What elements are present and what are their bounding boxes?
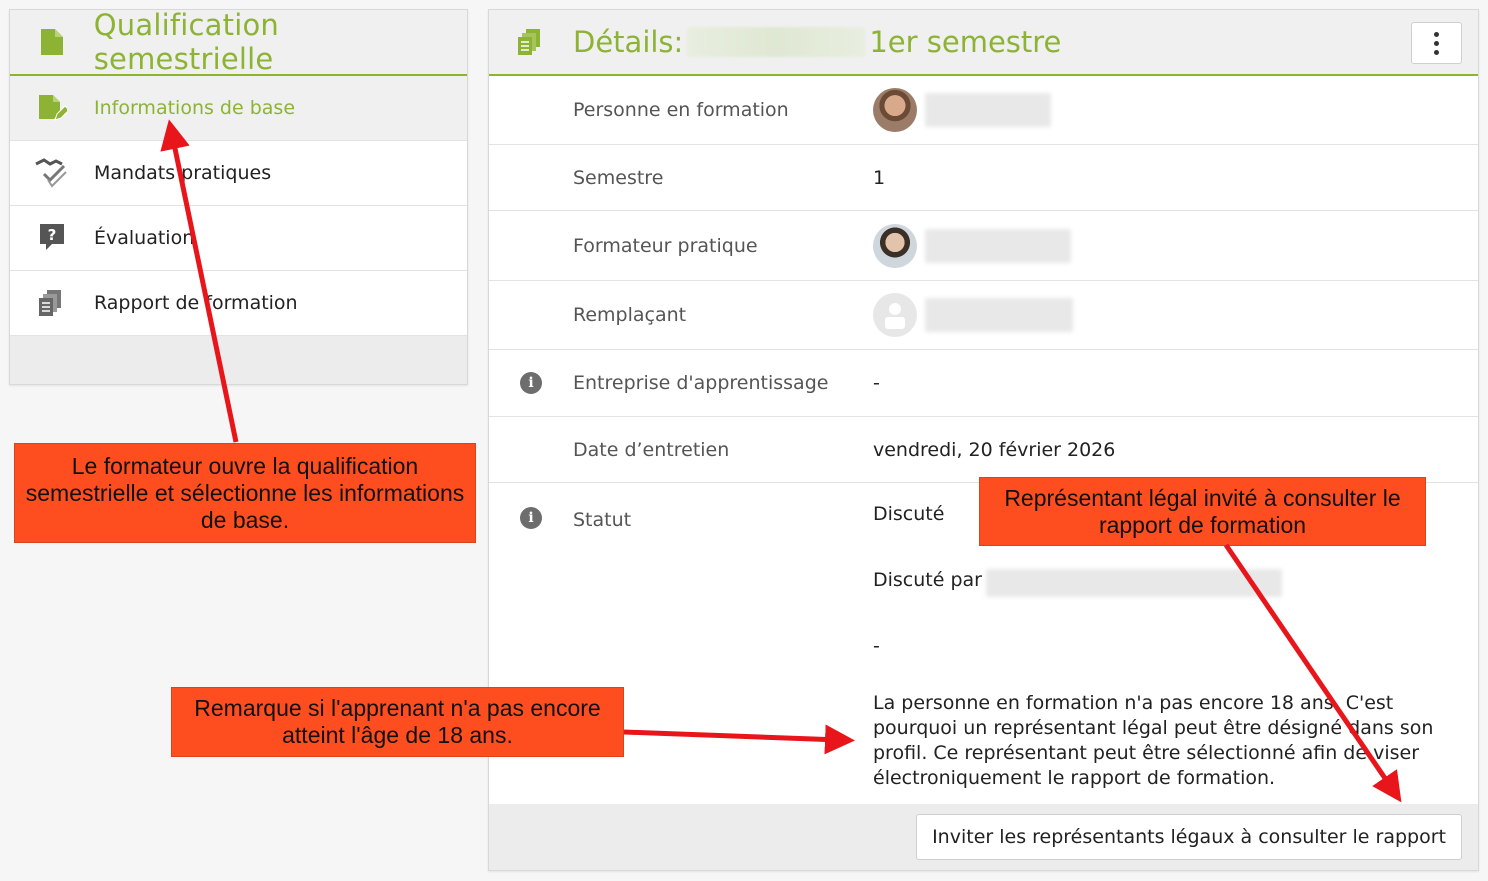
discussed-by: Discuté par (873, 569, 1463, 635)
trainer-value[interactable] (873, 223, 1071, 268)
status-dash: - (873, 635, 880, 657)
trainee-value[interactable] (873, 88, 1051, 132)
qualification-sidebar: Qualification semestrielle Informations … (9, 8, 468, 385)
documents-icon (489, 29, 573, 55)
details-footer: Inviter les représentants légaux à consu… (489, 804, 1478, 870)
minor-note: La personne en formation n'a pas encore … (873, 692, 1434, 789)
discussed-by-label: Discuté par (873, 569, 982, 591)
avatar (873, 223, 917, 268)
row-substitute: Remplaçant (489, 281, 1478, 350)
page-title: Détails: 1er semestre (573, 25, 1061, 59)
kebab-menu-icon[interactable] (1411, 22, 1462, 64)
documents-icon (10, 290, 94, 316)
row-label: Formateur pratique (573, 234, 758, 257)
annotation-callout-minor: Remarque si l'apprenant n'a pas encore a… (171, 687, 624, 757)
row-label: Semestre (573, 166, 664, 189)
sidebar-item-mandats-pratiques[interactable]: Mandats pratiques (10, 141, 467, 206)
handshake-check-icon (10, 158, 94, 188)
substitute-value[interactable] (873, 293, 1073, 337)
company-value: - (873, 372, 880, 394)
sidebar-item-label: Informations de base (94, 97, 296, 119)
row-interview-date: Date d’entretien vendredi, 20 février 20… (489, 417, 1478, 483)
redacted-name (925, 298, 1073, 332)
annotation-callout-basic-info: Le formateur ouvre la qualification seme… (14, 443, 476, 543)
details-panel: Détails: 1er semestre Personne en format… (488, 9, 1479, 871)
sidebar-item-label: Évaluation (94, 227, 195, 249)
sidebar-item-informations-de-base[interactable]: Informations de base (10, 76, 467, 141)
sidebar-item-label: Mandats pratiques (94, 162, 272, 184)
title-prefix: Détails: (573, 25, 684, 59)
info-icon[interactable]: i (520, 372, 542, 394)
document-edit-icon (10, 93, 94, 123)
sidebar-header: Qualification semestrielle (10, 8, 467, 76)
sidebar-item-label: Rapport de formation (94, 292, 298, 314)
info-icon[interactable]: i (520, 507, 542, 529)
redacted-name (687, 27, 866, 57)
row-label: Personne en formation (573, 99, 789, 121)
redacted-name (986, 569, 1282, 597)
title-suffix: 1er semestre (869, 25, 1062, 59)
row-label: Entreprise d'apprentissage (573, 372, 829, 394)
avatar (873, 88, 917, 132)
svg-text:?: ? (48, 226, 57, 244)
annotation-callout-legal-rep: Représentant légal invité à consulter le… (979, 477, 1426, 546)
row-trainee: Personne en formation (489, 76, 1478, 145)
user-placeholder-icon (873, 293, 917, 337)
semester-value: 1 (873, 166, 886, 189)
row-semester: Semestre 1 (489, 145, 1478, 211)
row-label: Statut (573, 509, 632, 531)
sidebar-title: Qualification semestrielle (93, 8, 279, 76)
document-icon (10, 29, 94, 55)
invite-legal-representatives-button[interactable]: Inviter les représentants légaux à consu… (916, 814, 1462, 860)
details-header: Détails: 1er semestre (489, 10, 1478, 76)
redacted-name (925, 228, 1071, 263)
row-trainer: Formateur pratique (489, 211, 1478, 281)
question-bubble-icon: ? (10, 224, 94, 252)
redacted-name (925, 93, 1051, 127)
interview-date-value: vendredi, 20 février 2026 (873, 438, 1116, 461)
sidebar-item-rapport-de-formation[interactable]: Rapport de formation (10, 271, 467, 336)
sidebar-item-evaluation[interactable]: ? Évaluation (10, 206, 467, 271)
row-label: Remplaçant (573, 304, 687, 326)
row-company: i Entreprise d'apprentissage - (489, 350, 1478, 417)
row-label: Date d’entretien (573, 438, 730, 461)
